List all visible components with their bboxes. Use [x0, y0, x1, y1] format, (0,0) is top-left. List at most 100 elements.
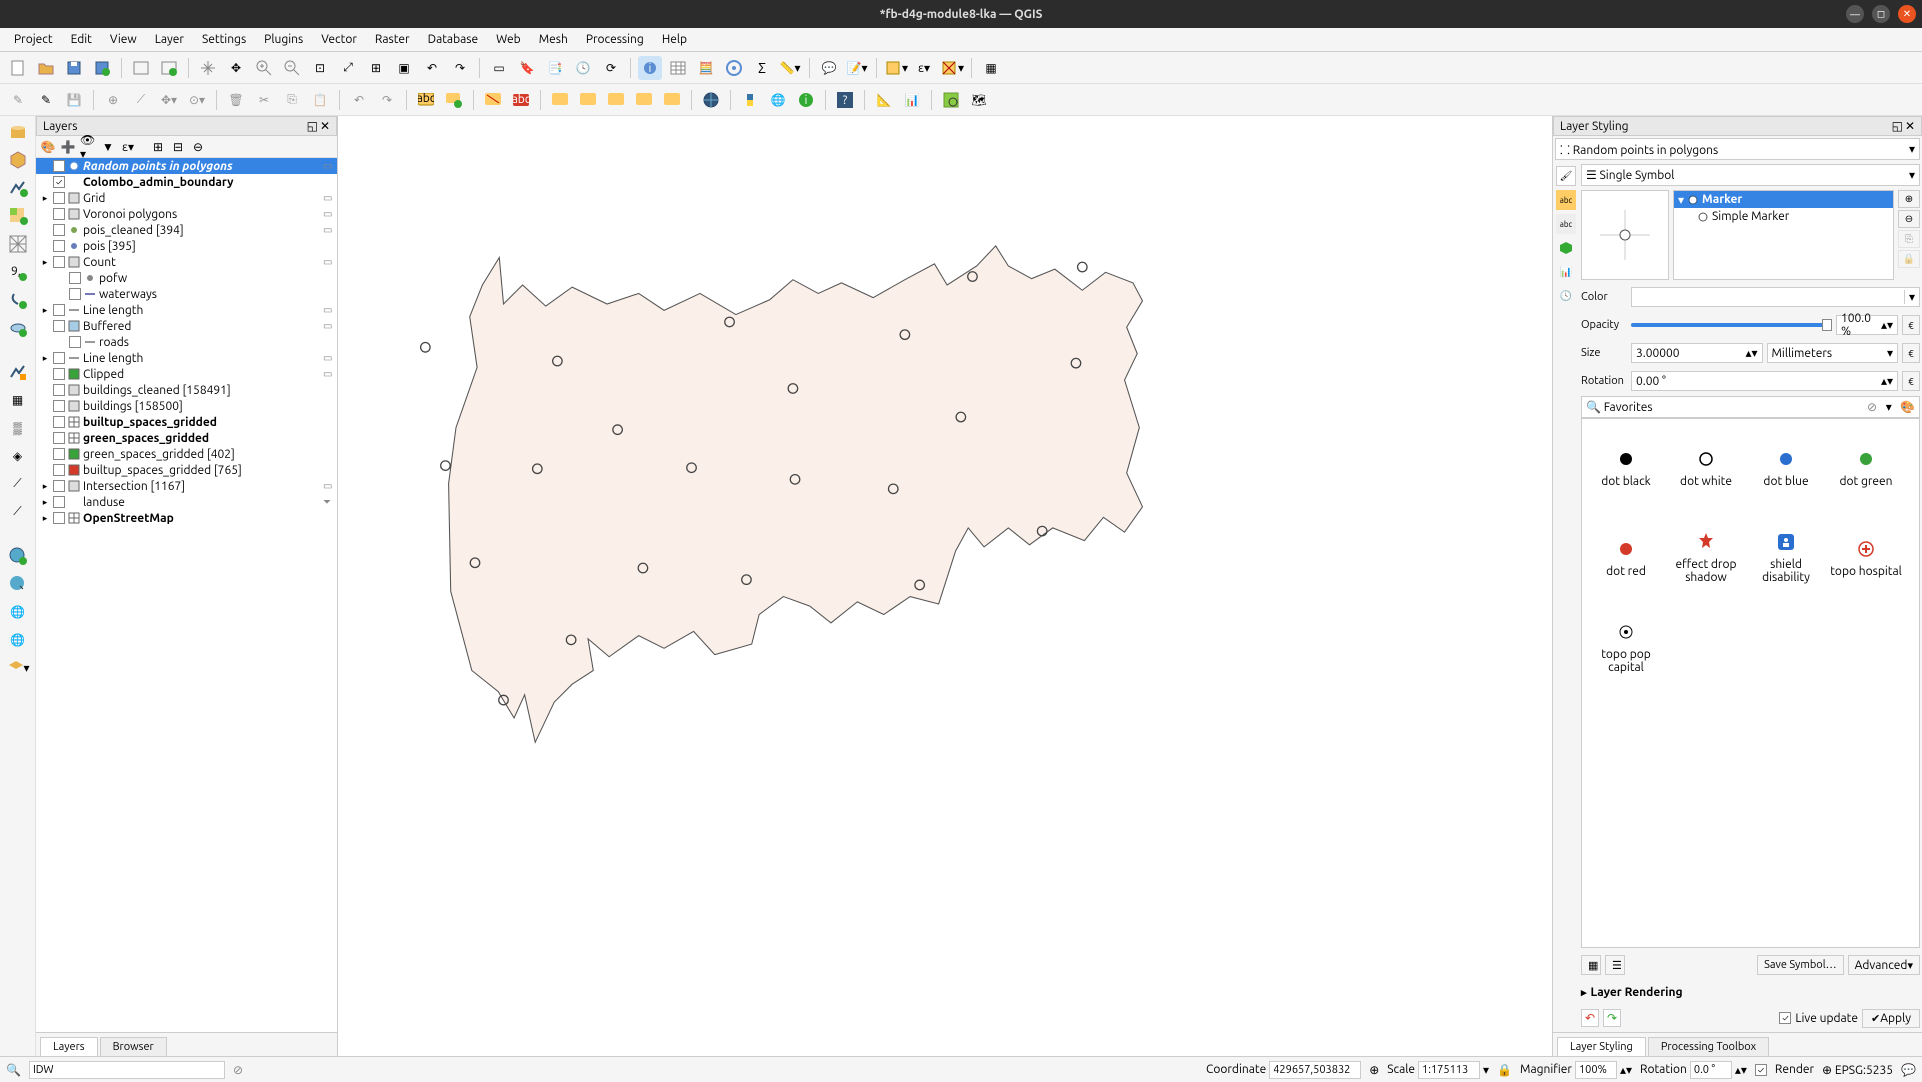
layer-row[interactable]: pois_cleaned [394]▭ — [36, 222, 337, 238]
add-wcs-icon[interactable]: 🌐 — [6, 600, 30, 624]
symbol-tree-simple-marker[interactable]: Simple Marker — [1674, 208, 1893, 225]
live-update-checkbox[interactable]: ✓ — [1779, 1012, 1791, 1024]
zoom-out-icon[interactable] — [280, 56, 304, 80]
georef-points-icon[interactable]: 📊 — [900, 88, 924, 112]
save-icon[interactable] — [62, 56, 86, 80]
scale-input[interactable] — [1418, 1061, 1480, 1079]
deselect-icon[interactable]: ▾ — [940, 56, 964, 80]
add-arcgis-icon[interactable]: ▾ — [6, 656, 30, 680]
crs-button[interactable]: ⊕ EPSG:5235 — [1822, 1063, 1893, 1077]
label-icon[interactable]: abc — [414, 88, 438, 112]
size-value[interactable]: 3.00000▴▾ — [1631, 343, 1763, 363]
add-feature-icon[interactable]: ⊕ — [101, 88, 125, 112]
new-vector-icon[interactable] — [6, 360, 30, 384]
symbol-tree-marker[interactable]: ▾ Marker — [1674, 191, 1893, 208]
menu-settings[interactable]: Settings — [194, 30, 254, 49]
layer-visibility-checkbox[interactable] — [53, 400, 65, 412]
new-spatialite-icon[interactable]: ▒ — [6, 416, 30, 440]
symbol-gallery-item[interactable]: dot blue — [1750, 427, 1822, 509]
layer-visibility-checkbox[interactable] — [53, 416, 65, 428]
menu-vector[interactable]: Vector — [313, 30, 365, 49]
plugin-browser-icon[interactable]: 🌐 — [766, 88, 790, 112]
clear-search-icon[interactable]: ⊘ — [233, 1063, 243, 1077]
select-by-value-icon[interactable]: ε▾ — [912, 56, 936, 80]
zoom-last-icon[interactable]: ↶ — [420, 56, 444, 80]
tab-layer-styling[interactable]: Layer Styling — [1557, 1037, 1646, 1056]
dup-symbol-layer-button[interactable]: ⎘ — [1898, 230, 1920, 248]
menu-web[interactable]: Web — [488, 30, 529, 49]
copy-icon[interactable]: ⎘ — [280, 88, 304, 112]
redo-icon[interactable]: ↷ — [375, 88, 399, 112]
symbol-gallery-item[interactable]: effect drop shadow — [1670, 517, 1742, 599]
layer-visibility-checkbox[interactable] — [53, 368, 65, 380]
map-tips-icon[interactable]: 💬 — [817, 56, 841, 80]
add-postgis-icon[interactable] — [6, 288, 30, 312]
new-memory-icon[interactable]: ⟋ — [6, 500, 30, 524]
layer-visibility-checkbox[interactable] — [53, 192, 65, 204]
3d-tab-icon[interactable] — [1556, 238, 1576, 258]
add-spatialite-icon[interactable] — [6, 316, 30, 340]
label-rotate-icon[interactable] — [632, 88, 656, 112]
panel-close-icon[interactable]: ✕ — [320, 119, 330, 133]
add-group-icon[interactable]: ➕ — [60, 139, 76, 155]
add-wfs-icon[interactable]: 🌐 — [6, 628, 30, 652]
symbol-gallery[interactable]: dot blackdot whitedot bluedot greendot r… — [1581, 418, 1920, 948]
label-move-icon[interactable] — [604, 88, 628, 112]
lock-symbol-layer-button[interactable]: 🔒 — [1898, 250, 1920, 268]
annotation-icon[interactable]: 📝▾ — [845, 56, 869, 80]
new-shapefile-icon[interactable]: ▦ — [6, 388, 30, 412]
layer-visibility-checkbox[interactable] — [53, 448, 65, 460]
add-xyz-icon[interactable] — [6, 572, 30, 596]
layer-visibility-checkbox[interactable] — [53, 304, 65, 316]
layout-manager-icon[interactable] — [157, 56, 181, 80]
maximize-button[interactable]: ◻ — [1872, 5, 1890, 23]
symbol-type-combo[interactable]: ☰ Single Symbol▾ — [1581, 164, 1920, 186]
delete-selected-icon[interactable]: 🗑 — [224, 88, 248, 112]
symbol-gallery-item[interactable]: dot black — [1590, 427, 1662, 509]
layer-row[interactable]: ▸Line length▭ — [36, 302, 337, 318]
layer-row[interactable]: ▸landuse⏷ — [36, 494, 337, 510]
apply-button[interactable]: ✔Apply — [1862, 1009, 1920, 1028]
open-datasource-icon[interactable] — [6, 120, 30, 144]
toolbox-icon[interactable] — [722, 56, 746, 80]
opacity-override-button[interactable]: € — [1902, 315, 1920, 335]
layer-visibility-checkbox[interactable] — [53, 208, 65, 220]
new-project-icon[interactable] — [6, 56, 30, 80]
layer-row[interactable]: builtup_spaces_gridded [765] — [36, 462, 337, 478]
layer-row[interactable]: ▸Grid▭ — [36, 190, 337, 206]
symbol-gallery-item[interactable]: topo pop capital — [1590, 607, 1662, 689]
pan-icon[interactable] — [196, 56, 220, 80]
layer-row[interactable]: pois [395] — [36, 238, 337, 254]
edit-pencil-icon[interactable]: ✎ — [6, 88, 30, 112]
layer-row[interactable]: ▸Count▭ — [36, 254, 337, 270]
menu-database[interactable]: Database — [420, 30, 487, 49]
close-button[interactable]: ✕ — [1898, 5, 1916, 23]
layer-visibility-checkbox[interactable]: ✓ — [53, 160, 65, 172]
add-raster-icon[interactable] — [6, 204, 30, 228]
symbol-gallery-item[interactable]: dot red — [1590, 517, 1662, 599]
layer-visibility-checkbox[interactable] — [69, 288, 81, 300]
lock-scale-icon[interactable]: 🔒 — [1497, 1063, 1512, 1077]
layer-row[interactable]: waterways — [36, 286, 337, 302]
label-show-icon[interactable] — [576, 88, 600, 112]
save-as-icon[interactable] — [90, 56, 114, 80]
color-picker[interactable]: ▾ — [1631, 287, 1920, 307]
stats-icon[interactable]: Σ — [750, 56, 774, 80]
zoom-layer-icon[interactable]: ▣ — [392, 56, 416, 80]
labels-tab-icon[interactable]: abc — [1556, 190, 1576, 210]
label-pin-icon[interactable] — [548, 88, 572, 112]
layer-visibility-checkbox[interactable] — [53, 352, 65, 364]
select-all-icon[interactable]: ▦ — [979, 56, 1003, 80]
filter-expr-icon[interactable]: ε▾ — [120, 139, 136, 155]
select-features-icon[interactable]: ▾ — [884, 56, 908, 80]
field-calc-icon[interactable]: 🧮 — [694, 56, 718, 80]
layer-row[interactable]: Clipped▭ — [36, 366, 337, 382]
size-override-button[interactable]: € — [1902, 343, 1920, 363]
layer-row[interactable]: green_spaces_gridded — [36, 430, 337, 446]
undo-style-button[interactable]: ↶ — [1581, 1009, 1599, 1027]
layer-row[interactable]: roads — [36, 334, 337, 350]
undo-icon[interactable]: ↶ — [347, 88, 371, 112]
map-canvas[interactable] — [338, 116, 1552, 1056]
zoom-selection-icon[interactable]: ⊞ — [364, 56, 388, 80]
tab-processing-toolbox[interactable]: Processing Toolbox — [1648, 1037, 1769, 1056]
